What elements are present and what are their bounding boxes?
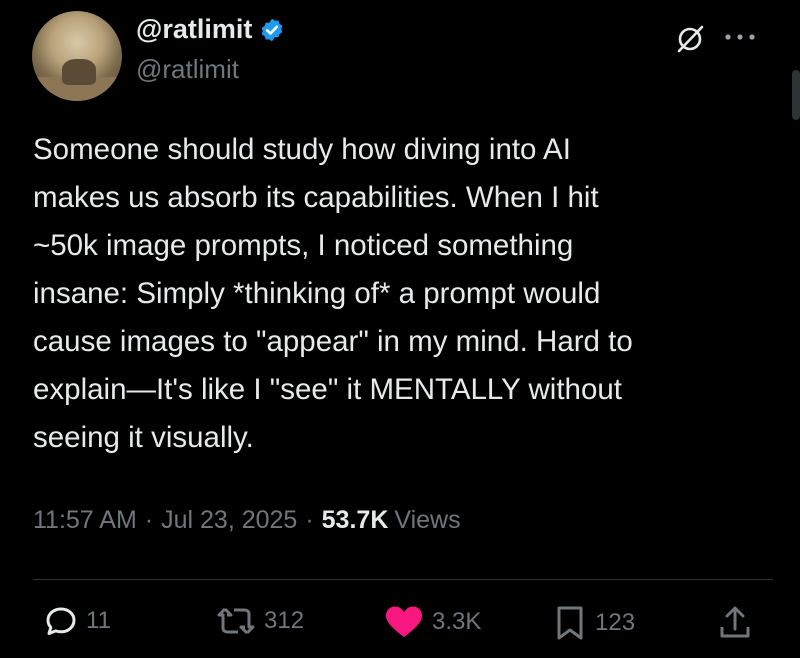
- like-icon: [386, 606, 422, 637]
- tweet-date[interactable]: Jul 23, 2025: [161, 506, 297, 535]
- tweet-time[interactable]: 11:57 AM: [33, 506, 137, 535]
- avatar[interactable]: [32, 11, 122, 101]
- tweet-meta: 11:57 AM · Jul 23, 2025 · 53.7K Views: [33, 506, 461, 535]
- repost-icon: [217, 607, 255, 635]
- share-button[interactable]: [718, 605, 760, 641]
- views-label: Views: [394, 506, 461, 534]
- bookmark-count: 123: [595, 609, 636, 636]
- divider: [33, 579, 773, 580]
- tweet-text: Someone should study how diving into AI …: [33, 133, 633, 454]
- verified-badge-icon: [262, 18, 283, 41]
- repost-count: 312: [264, 607, 305, 634]
- author-display-name[interactable]: @ratlimit: [136, 14, 252, 45]
- repost-button[interactable]: 312: [216, 605, 304, 637]
- scrollbar[interactable]: [792, 70, 800, 120]
- share-icon: [720, 606, 750, 638]
- like-count: 3.3K: [432, 608, 482, 635]
- grok-icon[interactable]: [675, 24, 705, 54]
- reply-icon: [46, 607, 76, 635]
- meta-separator: ·: [305, 506, 314, 534]
- meta-separator: ·: [144, 506, 154, 534]
- author-handle[interactable]: @ratlimit: [136, 54, 239, 85]
- avatar-figure: [62, 59, 96, 85]
- author-name-row: @ratlimit: [136, 14, 285, 45]
- bookmark-icon: [557, 606, 583, 640]
- more-icon[interactable]: [720, 28, 760, 46]
- reply-count: 11: [86, 607, 111, 634]
- bookmark-button[interactable]: 123: [553, 605, 635, 641]
- like-button[interactable]: 3.3K: [384, 605, 481, 639]
- views-count[interactable]: 53.7K: [322, 506, 389, 535]
- reply-button[interactable]: 11: [44, 605, 111, 637]
